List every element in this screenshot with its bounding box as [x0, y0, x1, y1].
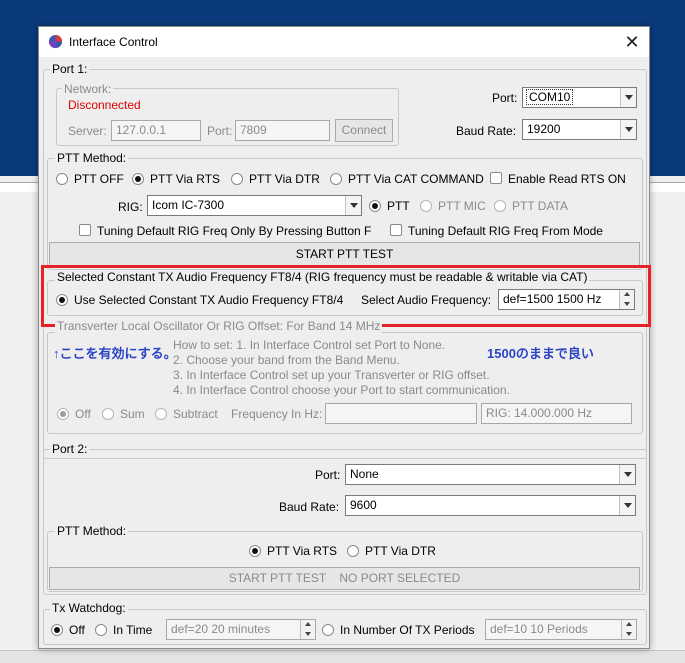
- watchdog-periods-value: def=10 10 Periods: [490, 622, 588, 636]
- annotation-keep-1500: 1500のままで良い: [487, 346, 594, 361]
- connect-button[interactable]: Connect: [335, 119, 393, 142]
- tuning-mode-label[interactable]: Tuning Default RIG Freq From Mode: [408, 224, 603, 238]
- network-port-field[interactable]: 7809: [235, 120, 330, 141]
- port2-ptt-rts-radio[interactable]: [249, 545, 261, 557]
- port2-ptt-rts-label[interactable]: PTT Via RTS: [267, 544, 337, 558]
- chevron-down-icon[interactable]: [620, 120, 636, 139]
- ptt-cat-radio[interactable]: [330, 173, 342, 185]
- server-field[interactable]: 127.0.0.1: [111, 120, 201, 141]
- port2-port-select[interactable]: None: [345, 464, 636, 485]
- watchdog-time-spinner[interactable]: def=20 20 minutes: [166, 619, 316, 640]
- ptt-dtr-label[interactable]: PTT Via DTR: [249, 172, 320, 186]
- rig-label: RIG:: [118, 200, 143, 214]
- howto-line-4: 4. In Interface Control choose your Port…: [173, 383, 510, 397]
- transverter-subtract-radio[interactable]: [155, 408, 167, 420]
- transverter-off-label[interactable]: Off: [75, 407, 91, 421]
- tuning-button-label[interactable]: Tuning Default RIG Freq Only By Pressing…: [97, 224, 371, 238]
- port1-port-select[interactable]: COM10: [522, 87, 637, 108]
- port2-baud-value: 9600: [350, 498, 377, 512]
- port1-baud-value: 19200: [527, 122, 561, 136]
- port2-ptt-dtr-radio[interactable]: [347, 545, 359, 557]
- app-icon: [48, 34, 63, 49]
- ptt-off-label[interactable]: PTT OFF: [74, 172, 124, 186]
- port2-baud-select[interactable]: 9600: [345, 495, 636, 516]
- spinner-down-icon[interactable]: [300, 629, 315, 639]
- window-title: Interface Control: [69, 35, 158, 49]
- rig-value: Icom IC-7300: [152, 198, 225, 212]
- chevron-down-icon[interactable]: [345, 196, 361, 215]
- enable-read-rts-label[interactable]: Enable Read RTS ON: [508, 172, 626, 186]
- port2-port-label: Port:: [315, 468, 341, 482]
- port1-baud-select[interactable]: 19200: [522, 119, 637, 140]
- transverter-label: Transverter Local Oscillator Or RIG Offs…: [55, 319, 383, 333]
- tuning-button-checkbox[interactable]: [79, 224, 91, 236]
- rig-select[interactable]: Icom IC-7300: [147, 195, 362, 216]
- watchdog-periods-label[interactable]: In Number Of TX Periods: [340, 623, 475, 637]
- tuning-mode-checkbox[interactable]: [390, 224, 402, 236]
- network-label: Network:: [62, 82, 114, 96]
- howto-line-2: 2. Choose your band from the Band Menu.: [173, 353, 400, 367]
- watchdog-in-time-radio[interactable]: [95, 624, 107, 636]
- transverter-subtract-label[interactable]: Subtract: [173, 407, 218, 421]
- watchdog-periods-spinner[interactable]: def=10 10 Periods: [485, 619, 637, 640]
- transverter-sum-radio[interactable]: [102, 408, 114, 420]
- ptt-rts-label[interactable]: PTT Via RTS: [150, 172, 220, 186]
- ptt-dtr-radio[interactable]: [231, 173, 243, 185]
- watchdog-periods-radio[interactable]: [322, 624, 334, 636]
- transverter-off-radio[interactable]: [57, 408, 69, 420]
- port2-ptt-dtr-label[interactable]: PTT Via DTR: [365, 544, 436, 558]
- ptt-off-radio[interactable]: [56, 173, 68, 185]
- port2-start-ptt-test-button[interactable]: START PTT TEST NO PORT SELECTED: [49, 567, 640, 590]
- port2-ptt-method-label: PTT Method:: [55, 524, 129, 538]
- ptt-type-ptt-label[interactable]: PTT: [387, 199, 410, 213]
- chevron-down-icon[interactable]: [619, 496, 635, 515]
- start-ptt-test-button[interactable]: START PTT TEST: [49, 242, 640, 266]
- server-label: Server:: [68, 124, 107, 138]
- port2-baud-label: Baud Rate:: [279, 500, 340, 514]
- port2-label: Port 2:: [50, 442, 90, 456]
- annotation-enable-here: ↑ここを有効にする。: [53, 346, 177, 361]
- tx-watchdog-label: Tx Watchdog:: [50, 601, 128, 615]
- close-icon[interactable]: ✕: [615, 27, 649, 57]
- port1-port-label: Port:: [492, 91, 518, 105]
- ptt-cat-label[interactable]: PTT Via CAT COMMAND: [348, 172, 484, 186]
- port1-port-value: COM10: [525, 89, 574, 105]
- port2-port-value: None: [350, 467, 379, 481]
- frequency-in-hz-label: Frequency In Hz:: [231, 407, 323, 421]
- frequency-in-hz-field[interactable]: [325, 403, 477, 424]
- interface-control-window: Interface Control ✕ Port 1: Network: Dis…: [38, 26, 651, 649]
- transverter-sum-label[interactable]: Sum: [120, 407, 145, 421]
- howto-line-3: 3. In Interface Control set up your Tran…: [173, 368, 490, 382]
- ptt-method-label: PTT Method:: [55, 151, 129, 165]
- port1-baud-label: Baud Rate:: [456, 124, 517, 138]
- ptt-type-mic-label[interactable]: PTT MIC: [438, 199, 486, 213]
- watchdog-time-value: def=20 20 minutes: [171, 622, 271, 636]
- network-port-label: Port:: [207, 124, 233, 138]
- port1-label: Port 1:: [50, 62, 90, 76]
- ptt-type-mic-radio[interactable]: [420, 200, 432, 212]
- chevron-down-icon[interactable]: [620, 88, 636, 107]
- highlight-box: [41, 265, 651, 327]
- ptt-rts-radio[interactable]: [132, 173, 144, 185]
- title-bar[interactable]: Interface Control ✕: [39, 27, 649, 57]
- ptt-type-ptt-radio[interactable]: [369, 200, 381, 212]
- rig-frequency-display: RIG: 14.000.000 Hz: [481, 403, 632, 424]
- ptt-type-data-radio[interactable]: [494, 200, 506, 212]
- enable-read-rts-checkbox[interactable]: [490, 172, 502, 184]
- howto-line-1: How to set: 1. In Interface Control set …: [173, 338, 446, 352]
- watchdog-off-label[interactable]: Off: [69, 623, 85, 637]
- ptt-type-data-label[interactable]: PTT DATA: [512, 199, 568, 213]
- spinner-down-icon[interactable]: [621, 629, 636, 639]
- chevron-down-icon[interactable]: [619, 465, 635, 484]
- network-status: Disconnected: [68, 98, 141, 112]
- background-bottom-bar: [0, 650, 685, 663]
- watchdog-off-radio[interactable]: [51, 624, 63, 636]
- watchdog-in-time-label[interactable]: In Time: [113, 623, 152, 637]
